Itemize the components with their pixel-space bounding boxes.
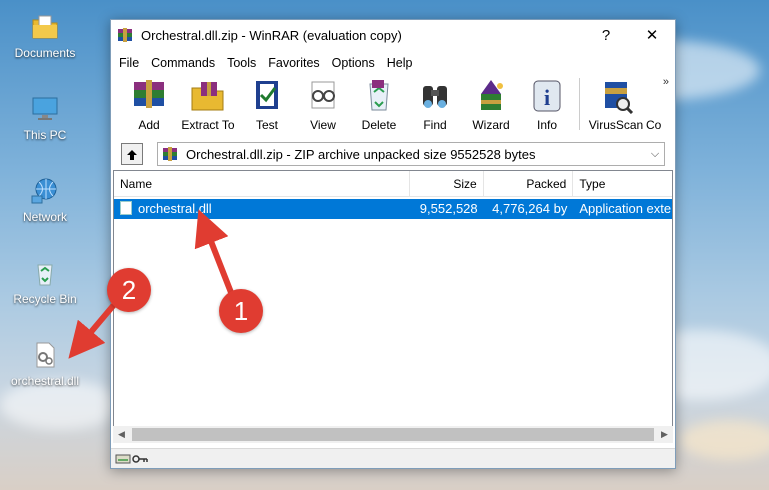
annotation-arrows — [68, 209, 235, 359]
step-1-badge: 1 — [219, 289, 263, 333]
step-2-badge: 2 — [107, 268, 151, 312]
arrow-to-desktop — [68, 298, 121, 359]
arrow-to-file — [194, 209, 235, 297]
